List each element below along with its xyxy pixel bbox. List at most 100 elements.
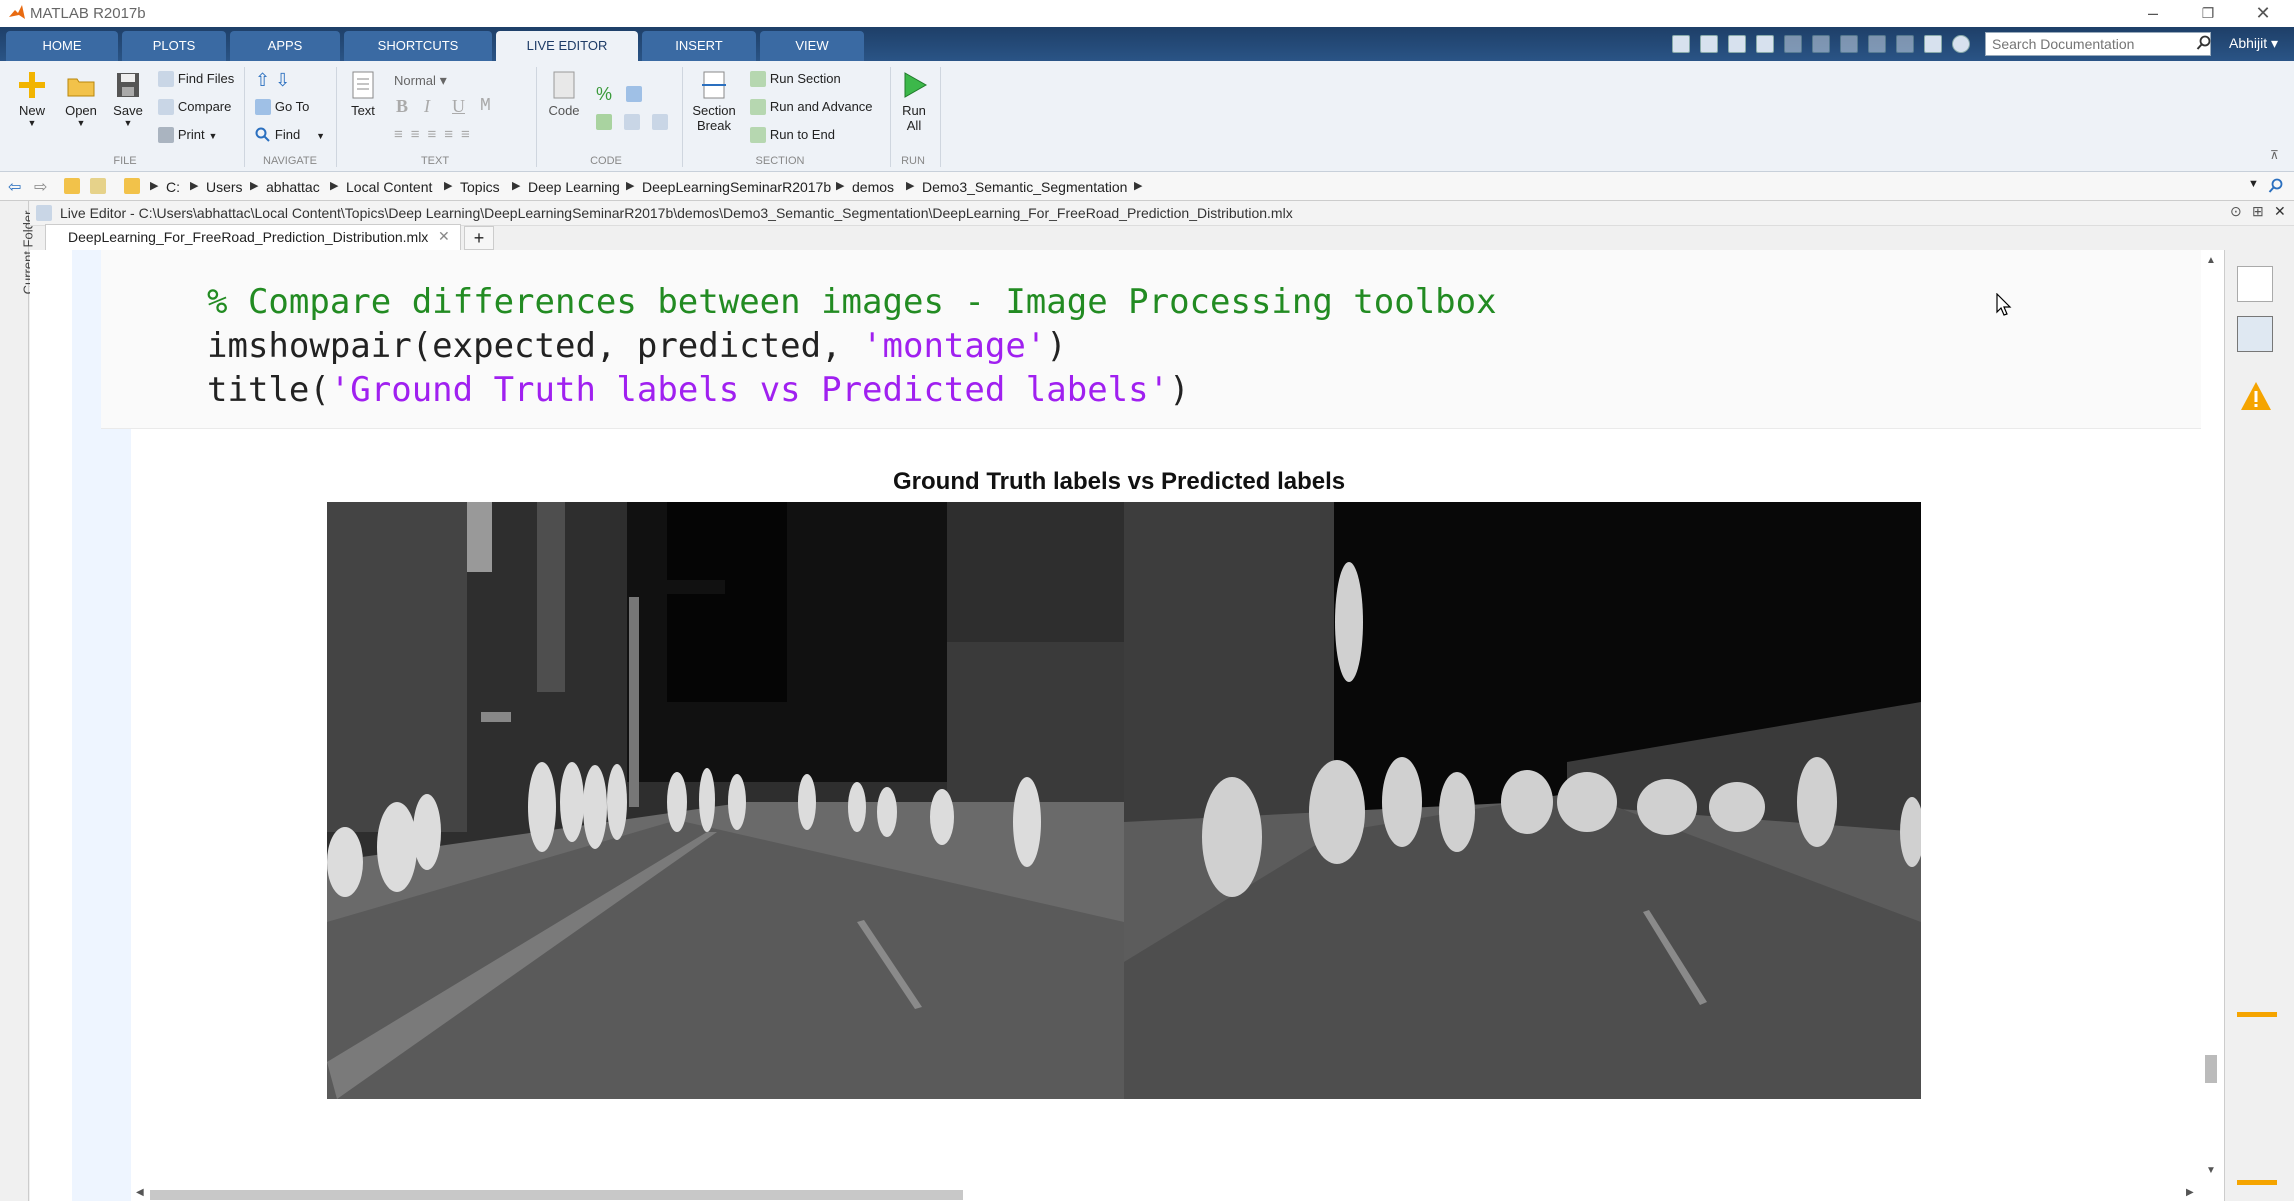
scroll-down-arrow[interactable]: ▼ xyxy=(2206,1165,2216,1176)
address-dropdown-icon[interactable]: ▼ xyxy=(2248,178,2259,190)
close-editor-icon[interactable]: ✕ xyxy=(2274,203,2286,220)
tab-home[interactable]: HOME xyxy=(6,31,118,61)
help-icon[interactable] xyxy=(1952,35,1970,53)
wrap-comments-icon[interactable] xyxy=(626,86,642,102)
run-all-button[interactable]: Run All xyxy=(896,70,932,133)
vertical-scrollbar-thumb[interactable] xyxy=(2205,1055,2217,1083)
scroll-right-arrow[interactable]: ▶ xyxy=(2186,1187,2194,1198)
copy-icon[interactable] xyxy=(1812,35,1830,53)
new-tab-button[interactable]: + xyxy=(464,226,494,250)
cut-icon[interactable] xyxy=(1784,35,1802,53)
breadcrumb-item[interactable]: Demo3_Semantic_Segmentation xyxy=(922,179,1127,195)
tab-shortcuts[interactable]: SHORTCUTS xyxy=(344,31,492,61)
paste-icon[interactable] xyxy=(1840,35,1858,53)
minimize-button[interactable]: – xyxy=(2135,2,2171,24)
breadcrumb-item[interactable]: DeepLearningSeminarR2017b xyxy=(642,179,831,195)
paragraph-align-icons[interactable]: ≡≡≡≡≡ xyxy=(394,126,478,143)
run-section-button[interactable]: Run Section xyxy=(750,70,841,88)
user-menu[interactable]: Abhijit ▾ xyxy=(2229,35,2278,52)
save-label: Save xyxy=(113,103,143,118)
issue-marker[interactable] xyxy=(2237,1180,2277,1185)
tab-plots[interactable]: PLOTS xyxy=(122,31,226,61)
browse-folder-icon[interactable] xyxy=(90,178,106,194)
breadcrumb-item[interactable]: Topics xyxy=(460,179,500,195)
decrease-indent-icon[interactable] xyxy=(624,114,640,130)
tab-view[interactable]: VIEW xyxy=(760,31,864,61)
quick-access-icon[interactable] xyxy=(1672,35,1690,53)
address-search-icon[interactable] xyxy=(2268,178,2284,194)
search-icon[interactable] xyxy=(2196,35,2212,51)
find-files-button[interactable]: Find Files xyxy=(158,70,234,88)
tab-apps[interactable]: APPS xyxy=(230,31,340,61)
code-line-2[interactable]: imshowpair(expected, predicted, 'montage… xyxy=(207,326,1067,366)
live-editor-ribbon xyxy=(0,61,2294,172)
warning-icon[interactable] xyxy=(2239,380,2273,412)
code-line-1[interactable]: % Compare differences between images - I… xyxy=(207,282,1497,322)
save-button[interactable]: Save ▼ xyxy=(110,70,146,128)
undock-icon[interactable]: ⊞ xyxy=(2252,203,2264,220)
close-tab-icon[interactable]: ✕ xyxy=(438,228,450,245)
restore-button[interactable]: ❐ xyxy=(2190,2,2226,24)
breadcrumb-item[interactable]: demos xyxy=(852,179,894,195)
back-icon[interactable]: ⇦ xyxy=(8,177,21,197)
switch-windows-icon[interactable] xyxy=(1924,35,1942,53)
italic-button[interactable]: I xyxy=(424,96,430,117)
run-and-advance-label: Run and Advance xyxy=(769,99,873,114)
file-tab[interactable]: DeepLearning_For_FreeRoad_Prediction_Dis… xyxy=(45,224,461,250)
undo-icon[interactable] xyxy=(1868,35,1886,53)
tab-live-editor[interactable]: LIVE EDITOR xyxy=(496,31,638,61)
output-inline-icon[interactable] xyxy=(2237,266,2273,302)
open-button[interactable]: Open ▼ xyxy=(62,70,100,128)
find-button[interactable]: Find ▼ xyxy=(255,126,325,143)
figure-title: Ground Truth labels vs Predicted labels xyxy=(893,468,1346,495)
breadcrumb-item[interactable]: Deep Learning xyxy=(528,179,620,195)
code-section[interactable]: % Compare differences between images - I… xyxy=(101,250,2201,429)
quick-access-icon[interactable] xyxy=(1700,35,1718,53)
group-label-file: FILE xyxy=(113,155,137,167)
current-folder-rail[interactable] xyxy=(0,201,29,1201)
breadcrumb-item[interactable]: Users xyxy=(206,179,243,195)
underline-button[interactable]: U xyxy=(452,96,465,117)
segmentation-montage-image[interactable] xyxy=(327,502,1921,1099)
forward-icon[interactable]: ⇨ xyxy=(34,177,47,197)
indent-icon[interactable] xyxy=(596,114,612,130)
navigate-up-icon[interactable]: ⇧ ⇩ xyxy=(255,70,290,91)
breadcrumb-item[interactable]: Local Content xyxy=(346,179,432,195)
new-button[interactable]: New ▼ xyxy=(14,70,50,128)
code-button[interactable]: Code xyxy=(546,70,582,118)
section-break-button[interactable]: Section Break xyxy=(690,70,738,133)
bold-button[interactable]: B xyxy=(396,96,408,117)
run-and-advance-button[interactable]: Run and Advance xyxy=(750,98,873,116)
compare-button[interactable]: Compare xyxy=(158,98,231,116)
tab-insert[interactable]: INSERT xyxy=(642,31,756,61)
comment-icon[interactable]: % xyxy=(596,84,612,105)
find-icon xyxy=(255,127,270,143)
horizontal-scrollbar-thumb[interactable] xyxy=(150,1190,963,1200)
scroll-left-arrow[interactable]: ◀ xyxy=(136,1187,144,1198)
text-button[interactable]: Text xyxy=(348,70,378,118)
text-style-dropdown[interactable]: Normal ▾ xyxy=(394,72,447,89)
print-button[interactable]: Print ▼ xyxy=(158,126,217,144)
live-editor-path: Live Editor - C:\Users\abhattac\Local Co… xyxy=(60,205,1293,221)
monospace-button[interactable]: M xyxy=(480,96,491,116)
collapse-ribbon-icon[interactable]: ⊼ xyxy=(2270,148,2279,162)
output-right-icon[interactable] xyxy=(2237,316,2273,352)
run-to-end-button[interactable]: Run to End xyxy=(750,126,835,144)
up-folder-icon[interactable] xyxy=(64,178,80,194)
live-editor-header: Live Editor - C:\Users\abhattac\Local Co… xyxy=(30,201,2294,226)
search-documentation-input[interactable] xyxy=(1985,32,2211,56)
code-line-3[interactable]: title('Ground Truth labels vs Predicted … xyxy=(207,370,1190,410)
save-quick-icon[interactable] xyxy=(1756,35,1774,53)
panel-options-icon[interactable]: ⊙ xyxy=(2230,203,2242,220)
run-section-icon xyxy=(750,71,766,88)
scroll-up-arrow[interactable]: ▲ xyxy=(2206,255,2216,266)
redo-icon[interactable] xyxy=(1896,35,1914,53)
breadcrumb-item[interactable]: C: xyxy=(166,179,180,195)
issue-marker[interactable] xyxy=(2237,1012,2277,1017)
open-folder-icon xyxy=(67,78,95,97)
increase-indent-icon[interactable] xyxy=(652,114,668,130)
close-window-button[interactable]: ✕ xyxy=(2245,2,2281,24)
go-to-button[interactable]: Go To xyxy=(255,98,309,116)
breadcrumb-item[interactable]: abhattac xyxy=(266,179,320,195)
quick-access-icon[interactable] xyxy=(1728,35,1746,53)
